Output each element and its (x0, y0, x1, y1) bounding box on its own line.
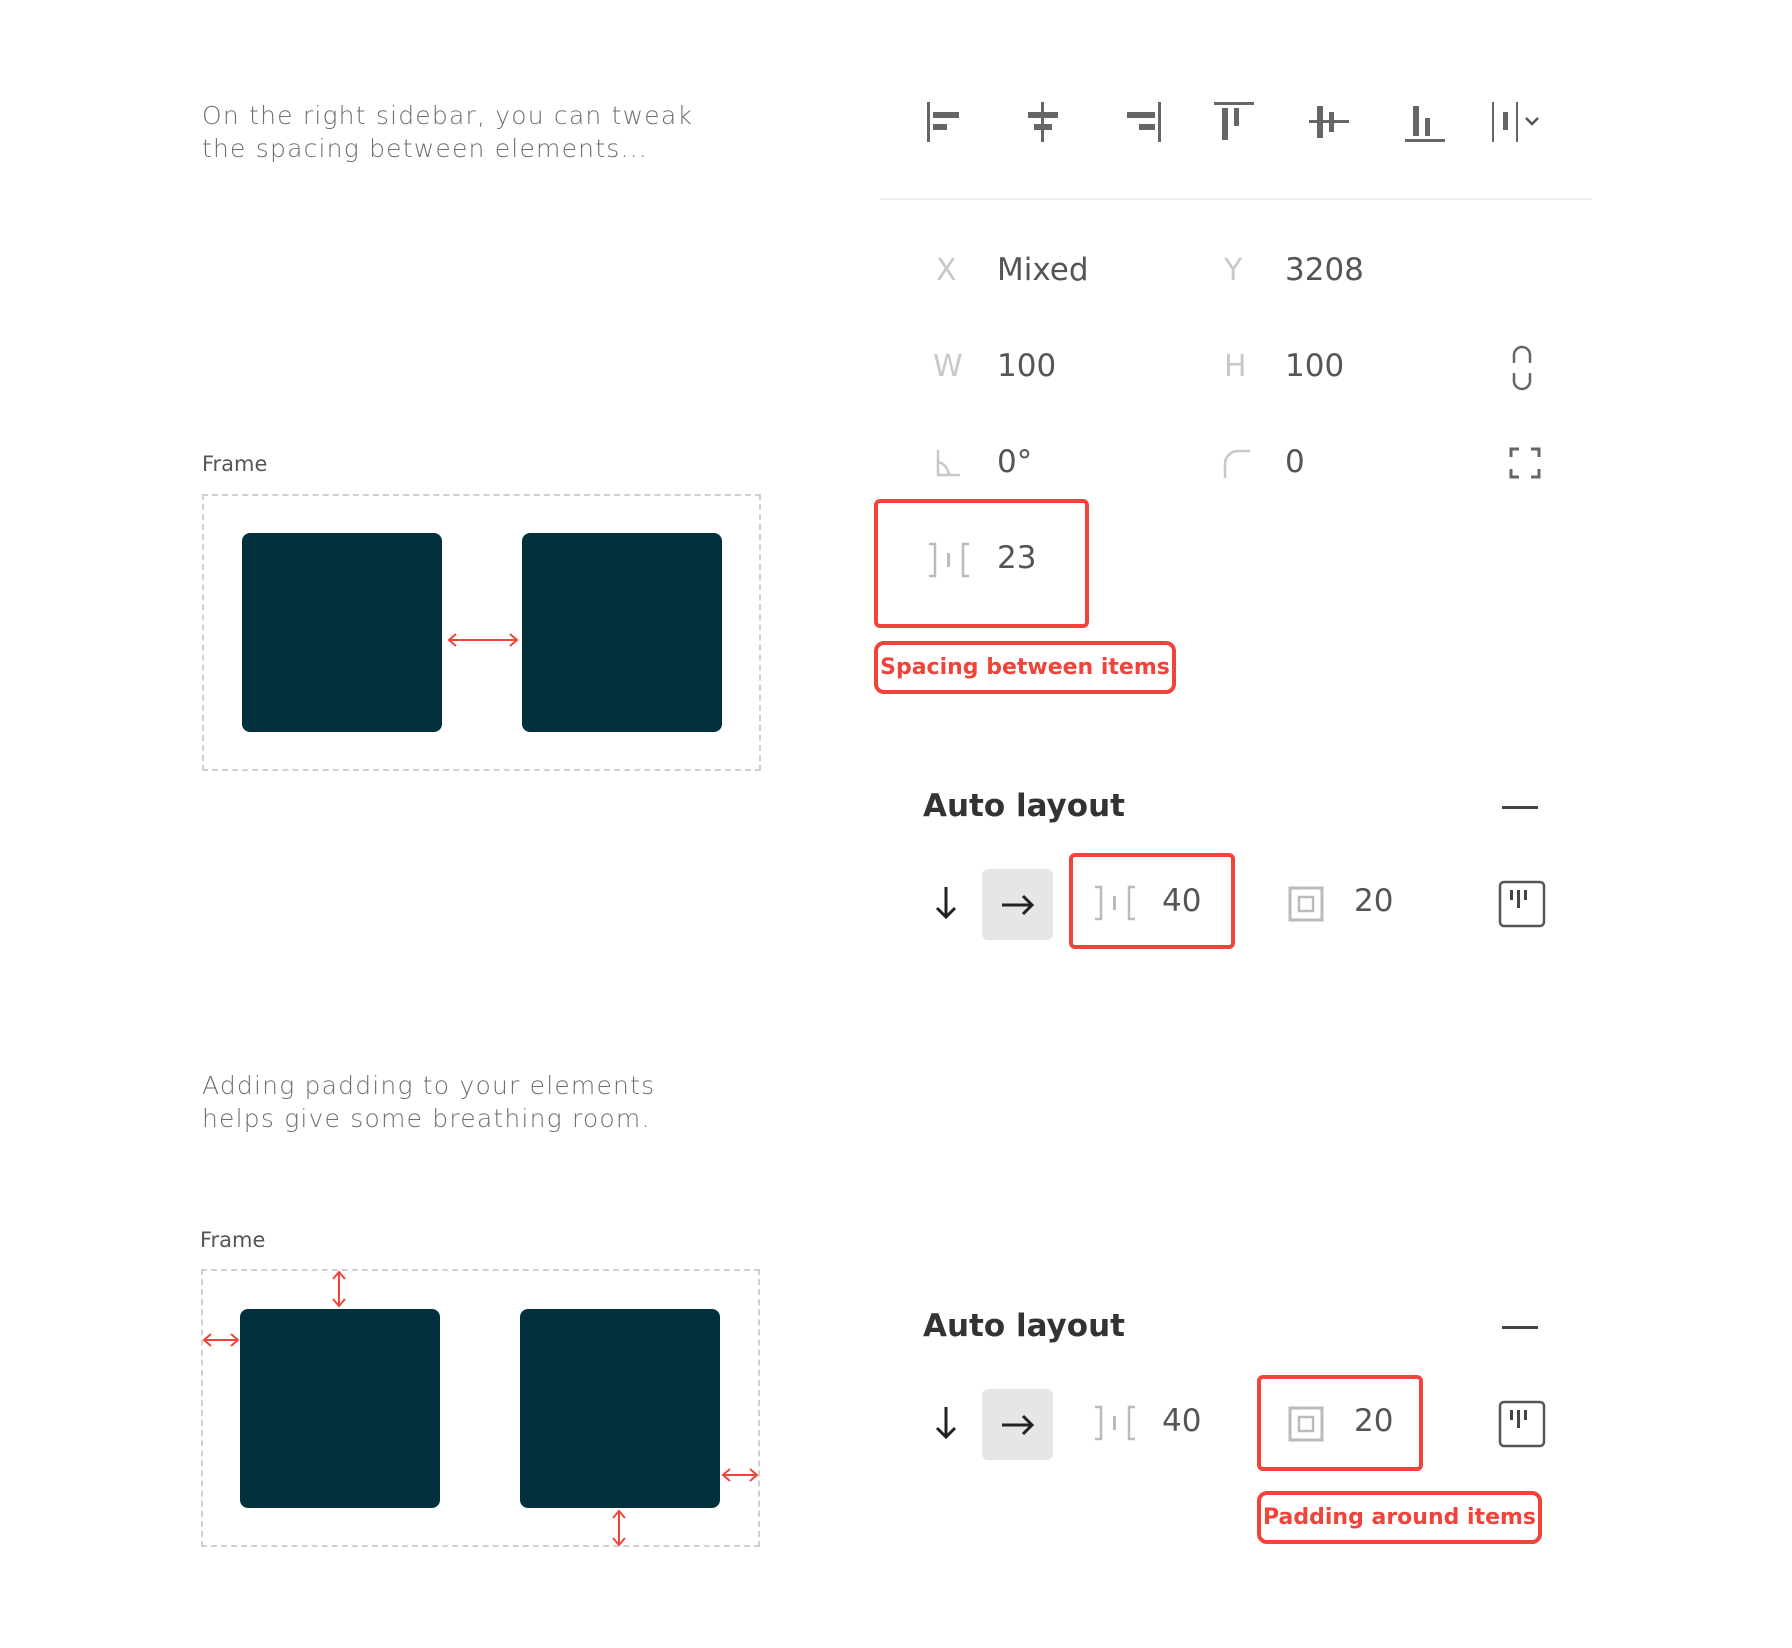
alignment-grid-icon[interactable] (1498, 880, 1546, 928)
spacing-icon (1095, 1405, 1135, 1441)
auto-layout-title: Auto layout (923, 1308, 1125, 1344)
divider (880, 198, 1592, 200)
intro-line-1: On the right sidebar, you can tweak (202, 101, 694, 130)
square-left[interactable] (242, 533, 442, 732)
remove-auto-layout-icon[interactable] (1502, 1316, 1538, 1340)
padding-right-arrow-icon (721, 1468, 759, 1482)
align-left-icon[interactable] (925, 100, 969, 144)
spacing-highlight (874, 499, 1089, 628)
padding-bottom-arrow-icon (612, 1509, 626, 1547)
align-top-icon[interactable] (1212, 100, 1256, 144)
intro-text-2: Adding padding to your elements helps gi… (202, 1069, 655, 1135)
padding-highlight (1257, 1375, 1423, 1471)
intro-line-1: Adding padding to your elements (202, 1071, 656, 1100)
square-right[interactable] (520, 1309, 720, 1508)
spacing-arrow-icon (447, 633, 519, 647)
frame-label: Frame (202, 452, 268, 476)
spacing-annotation: Spacing between items (874, 641, 1176, 694)
direction-vertical-icon[interactable] (934, 885, 958, 921)
corner-radius-field[interactable]: 0 (1285, 444, 1305, 480)
corner-radius-icon (1223, 449, 1250, 478)
remove-auto-layout-icon[interactable] (1502, 796, 1538, 820)
rotation-icon (936, 450, 960, 477)
w-label: W (933, 349, 963, 384)
padding-icon (1288, 886, 1324, 922)
distribute-dropdown-icon[interactable] (1490, 100, 1562, 144)
align-horizontal-center-icon[interactable] (1021, 100, 1065, 144)
align-vertical-center-icon[interactable] (1307, 100, 1351, 144)
rotation-field[interactable]: 0° (997, 444, 1032, 480)
auto-layout-spacing-field[interactable]: 40 (1162, 1403, 1201, 1439)
constrain-proportions-icon[interactable] (1510, 345, 1534, 391)
padding-top-arrow-icon (332, 1270, 346, 1308)
align-right-icon[interactable] (1119, 100, 1163, 144)
direction-horizontal-button[interactable] (982, 1389, 1053, 1460)
padding-left-arrow-icon (202, 1333, 240, 1347)
x-field[interactable]: Mixed (997, 252, 1089, 288)
auto-layout-padding-field[interactable]: 20 (1354, 1403, 1393, 1439)
frame-label: Frame (200, 1228, 266, 1252)
auto-layout-title: Auto layout (923, 788, 1125, 824)
h-label: H (1224, 349, 1247, 384)
direction-vertical-icon[interactable] (934, 1405, 958, 1441)
arrow-right-icon (1001, 894, 1034, 915)
auto-layout-padding-field[interactable]: 20 (1354, 883, 1393, 919)
padding-icon (1288, 1406, 1324, 1442)
auto-layout-spacing-field[interactable]: 40 (1162, 883, 1201, 919)
independent-corners-icon[interactable] (1509, 447, 1541, 479)
w-field[interactable]: 100 (997, 348, 1056, 384)
square-right[interactable] (522, 533, 722, 732)
intro-line-2: the spacing between elements... (202, 134, 648, 163)
direction-horizontal-button[interactable] (982, 869, 1053, 940)
x-label: X (936, 253, 957, 288)
spacing-icon (1095, 885, 1135, 921)
arrow-right-icon (1001, 1414, 1034, 1435)
alignment-grid-icon[interactable] (1498, 1400, 1546, 1448)
align-bottom-icon[interactable] (1403, 100, 1447, 144)
h-field[interactable]: 100 (1285, 348, 1344, 384)
intro-text-1: On the right sidebar, you can tweak the … (202, 99, 693, 165)
y-label: Y (1224, 253, 1243, 288)
padding-annotation: Padding around items (1257, 1491, 1542, 1544)
spacing-icon (929, 542, 969, 578)
y-field[interactable]: 3208 (1285, 252, 1364, 288)
square-left[interactable] (240, 1309, 440, 1508)
spacing-field[interactable]: 23 (997, 540, 1036, 576)
intro-line-2: helps give some breathing room. (202, 1104, 651, 1133)
